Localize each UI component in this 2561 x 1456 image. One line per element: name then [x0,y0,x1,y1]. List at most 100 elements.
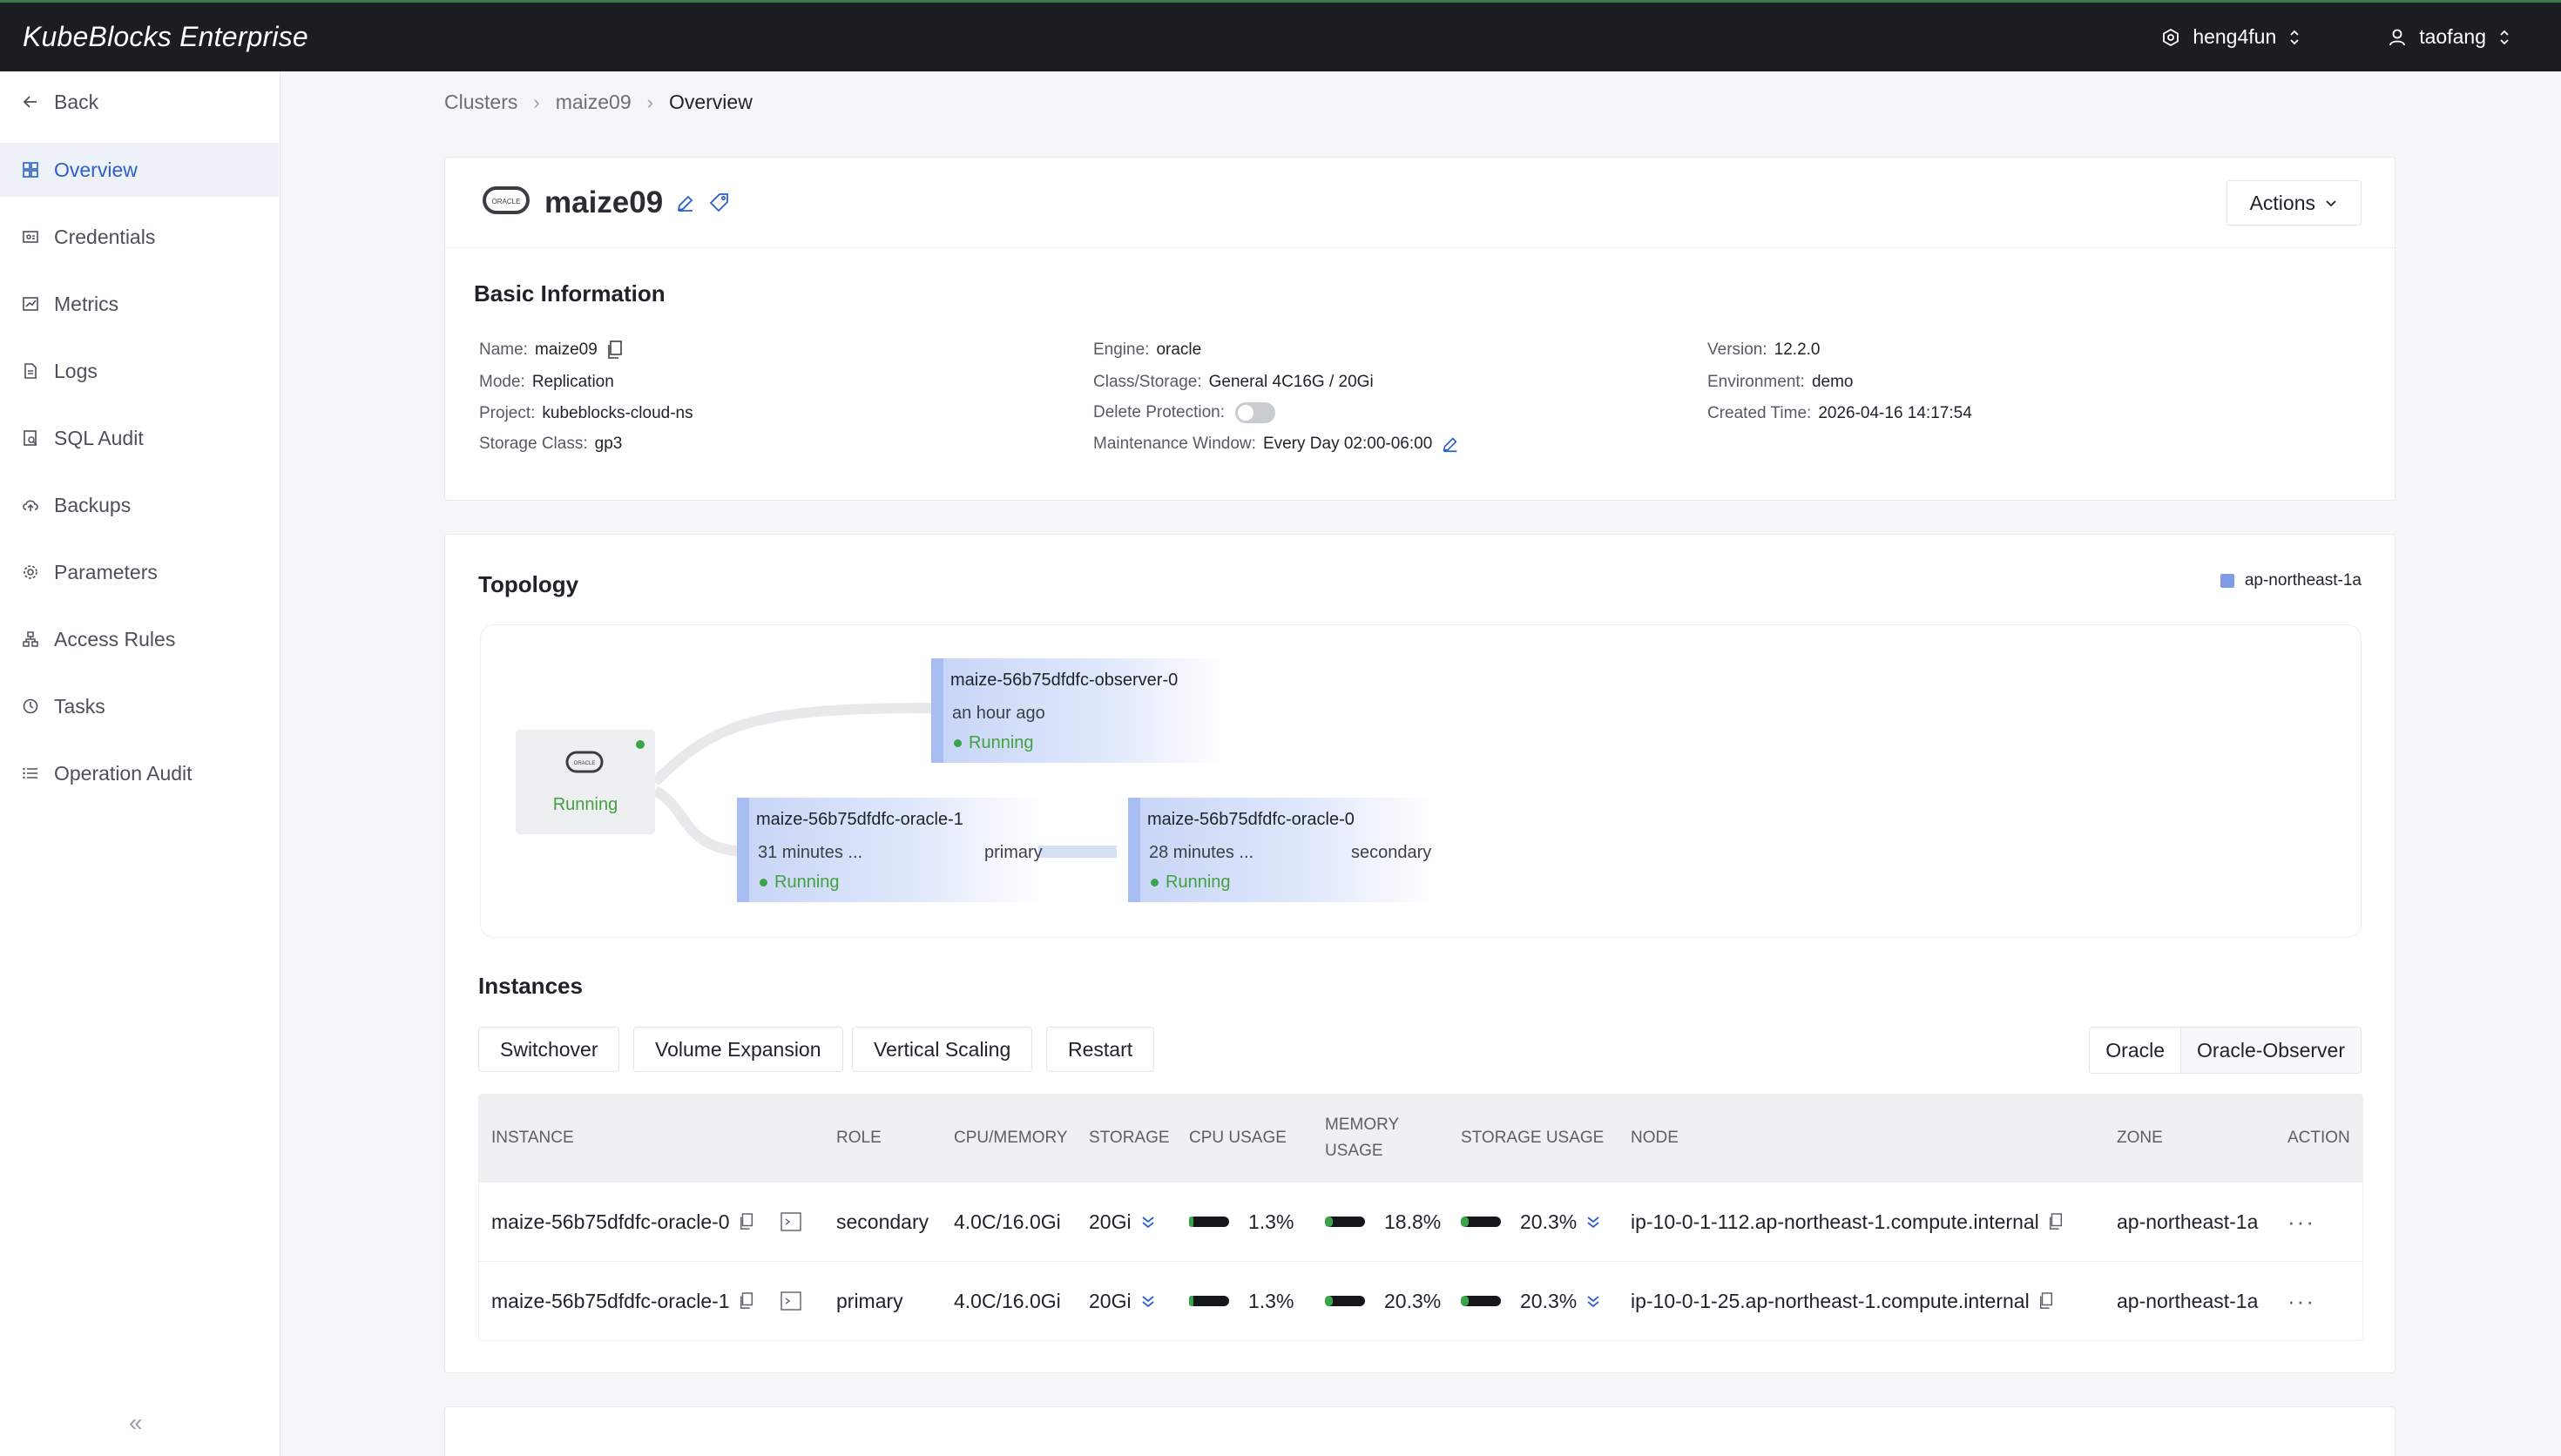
pod-status: Running [954,733,1034,753]
sidebar: Back Overview Credentials Metrics Logs S… [0,71,280,1456]
col-cpu-memory: CPU/MEMORY [954,1129,1068,1147]
sidebar-item-label: Metrics [54,292,119,315]
info-key: Engine: [1093,340,1150,359]
copy-icon[interactable] [739,1213,754,1230]
grid-icon [21,160,40,179]
pod-status-label: Running [774,873,840,892]
svg-text:ORACLE: ORACLE [492,198,521,206]
double-chevron-down-icon[interactable] [1140,1293,1156,1309]
copy-icon[interactable] [739,1292,754,1310]
cluster-root-node[interactable]: ORACLE Running [516,730,655,834]
storage-usage-bar [1461,1217,1501,1227]
cpu-memory-cell: 4.0C/16.0Gi [954,1289,1061,1312]
vertical-scaling-button[interactable]: Vertical Scaling [852,1027,1033,1072]
info-key: Class/Storage: [1093,373,1202,391]
info-key: Environment: [1707,373,1805,391]
sidebar-item-label: Operation Audit [54,761,193,785]
pod-age: an hour ago [952,704,1045,723]
cpu-usage-cell: 1.3% [1189,1183,1294,1261]
edit-icon[interactable] [1441,435,1460,454]
sidebar-item-credentials[interactable]: Credentials [0,210,279,264]
terminal-icon[interactable] [780,1212,801,1231]
info-version: Version: 12.2.0 [1707,340,1820,360]
brand-logo[interactable]: KubeBlocks Enterprise [23,21,308,53]
clock-icon [21,697,40,716]
status-dot [1151,879,1159,886]
pod-status: Running [760,873,840,893]
storage-usage-value: 20.3% [1520,1210,1578,1233]
sidebar-item-sql-audit[interactable]: SQL Audit [0,411,279,465]
tag-icon[interactable] [708,192,731,214]
double-chevron-down-icon[interactable] [1140,1214,1156,1230]
col-storage: STORAGE [1089,1129,1170,1147]
status-dot [636,740,645,749]
more-actions-button[interactable]: ··· [2287,1183,2315,1261]
info-created-time: Created Time: 2026-04-16 14:17:54 [1707,404,1972,423]
copy-icon[interactable] [2048,1213,2064,1230]
volume-expansion-button[interactable]: Volume Expansion [633,1027,843,1072]
zone-label: ap-northeast-1a [2244,571,2362,590]
sidebar-item-tasks[interactable]: Tasks [0,679,279,733]
back-button[interactable]: Back [0,75,279,129]
double-chevron-down-icon[interactable] [1585,1214,1601,1230]
memory-usage-bar [1325,1296,1365,1306]
sidebar-item-overview[interactable]: Overview [0,143,279,197]
user-menu[interactable]: taofang [2388,25,2510,49]
topology-card: Topology ap-northeast-1a ORACLE Running … [444,534,2395,1373]
storage-cell: 20Gi [1089,1262,1156,1340]
storage-usage-value: 20.3% [1520,1289,1578,1312]
terminal-icon[interactable] [780,1291,801,1311]
sidebar-item-operation-audit[interactable]: Operation Audit [0,746,279,800]
delete-protection-toggle[interactable] [1235,402,1276,423]
restart-button[interactable]: Restart [1046,1027,1155,1072]
info-value: Replication [531,373,614,391]
sidebar-item-access-rules[interactable]: Access Rules [0,612,279,666]
cpu-memory-cell: 4.0C/16.0Gi [954,1210,1061,1233]
edit-icon[interactable] [675,192,696,213]
sidebar-item-parameters[interactable]: Parameters [0,545,279,599]
info-key: Version: [1707,340,1767,359]
chevron-updown-icon [2288,28,2301,47]
pod-status-label: Running [1166,873,1231,892]
arrow-left-icon [21,92,40,111]
basic-info-title: Basic Information [474,280,666,307]
switchover-button[interactable]: Switchover [478,1027,620,1072]
instances-title: Instances [478,973,583,999]
oracle-logo-icon: ORACLE [482,185,530,221]
breadcrumb-clusters[interactable]: Clusters [444,91,517,114]
zone-color-swatch [2220,574,2234,588]
node-name: ip-10-0-1-112.ap-northeast-1.compute.int… [1631,1210,2039,1233]
info-class-storage: Class/Storage: General 4C16G / 20Gi [1093,373,1374,392]
tab-oracle-observer[interactable]: Oracle-Observer [2181,1028,2361,1073]
double-chevron-down-icon[interactable] [1585,1293,1601,1309]
table-header: INSTANCE ROLE CPU/MEMORY STORAGE CPU USA… [479,1095,2362,1182]
org-switcher[interactable]: heng4fun [2161,25,2301,49]
storage-usage-bar [1461,1296,1501,1306]
col-node: NODE [1631,1129,1679,1147]
collapse-sidebar-icon[interactable]: « [129,1409,143,1437]
actions-button[interactable]: Actions [2226,180,2362,226]
pod-node-observer[interactable]: maize-56b75dfdfc-observer-0 an hour ago … [931,658,1227,763]
instance-name[interactable]: maize-56b75dfdfc-oracle-0 [491,1210,730,1234]
tab-oracle[interactable]: Oracle [2090,1028,2182,1073]
sidebar-item-backups[interactable]: Backups [0,478,279,532]
col-memory-usage: MEMORY USAGE [1325,1116,1399,1160]
copy-icon[interactable] [2038,1292,2054,1310]
node-cell: ip-10-0-1-112.ap-northeast-1.compute.int… [1631,1183,2064,1261]
copy-icon[interactable] [606,340,624,360]
cpu-usage-value: 1.3% [1248,1289,1294,1312]
breadcrumb-cluster[interactable]: maize09 [556,91,632,114]
more-actions-button[interactable]: ··· [2287,1262,2315,1340]
memory-usage-value: 18.8% [1384,1210,1442,1233]
sidebar-item-logs[interactable]: Logs [0,344,279,398]
col-storage-usage: STORAGE USAGE [1461,1129,1605,1147]
pod-status-label: Running [969,733,1034,752]
cpu-usage-value: 1.3% [1248,1210,1294,1233]
instance-name[interactable]: maize-56b75dfdfc-oracle-1 [491,1290,730,1313]
storage-usage-cell: 20.3% [1461,1183,1601,1261]
pod-age: 28 minutes ... [1149,843,1254,862]
cluster-header: ORACLE maize09 Actions [445,158,2395,248]
pod-node-oracle-0[interactable]: maize-56b75dfdfc-oracle-0 28 minutes ...… [1128,798,1433,902]
sidebar-item-metrics[interactable]: Metrics [0,277,279,331]
pod-node-oracle-1[interactable]: maize-56b75dfdfc-oracle-1 31 minutes ...… [737,798,1043,902]
